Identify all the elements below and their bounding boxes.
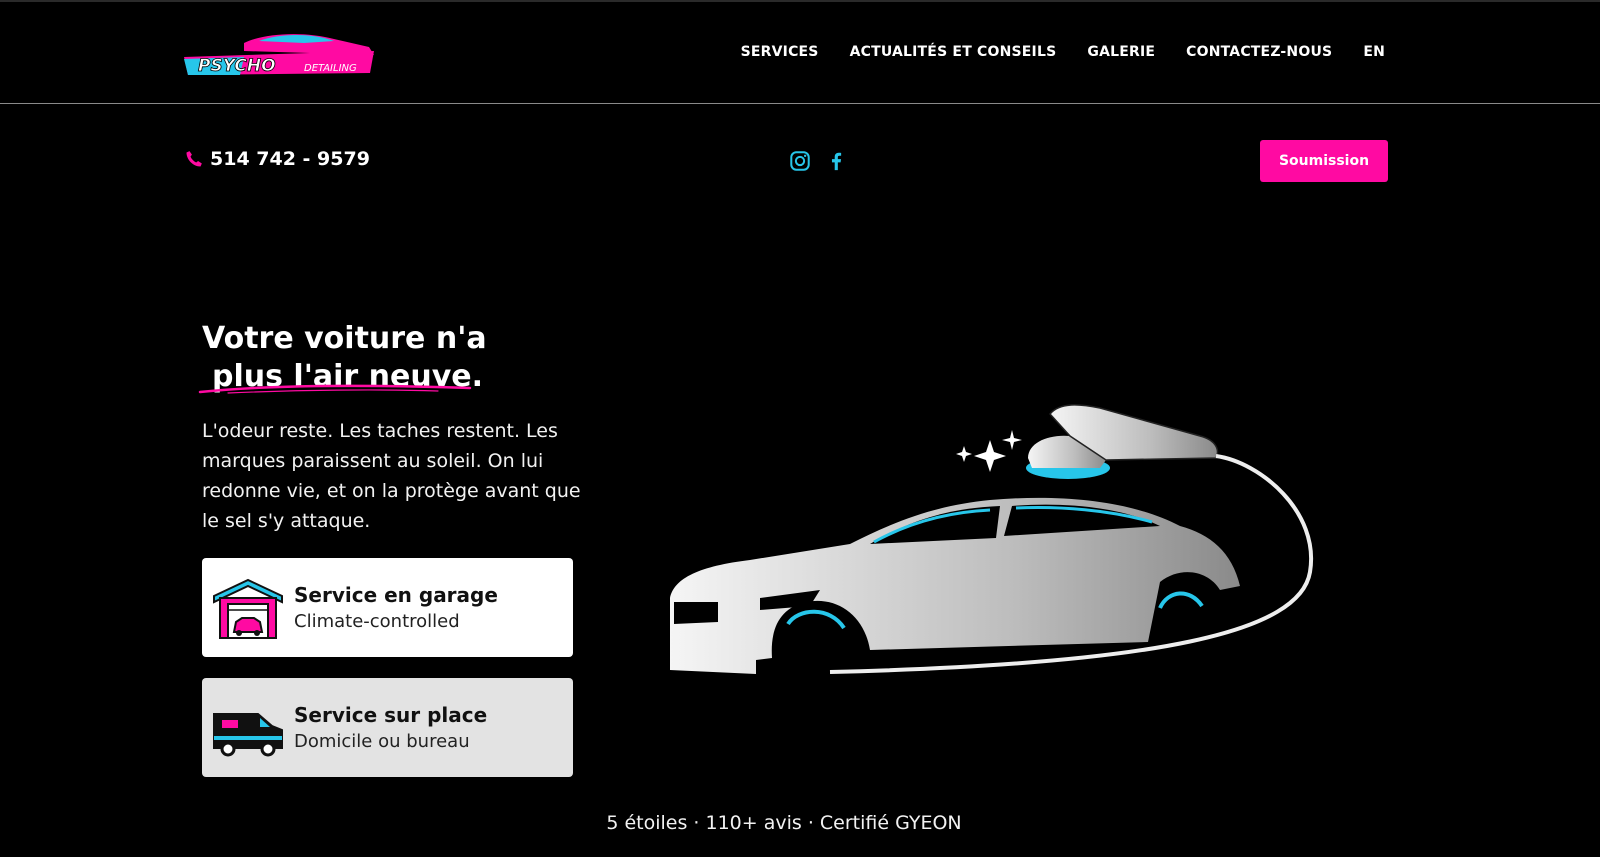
logo-wordmark-sub: DETAILING xyxy=(304,63,357,74)
service-card-subtitle: Climate-controlled xyxy=(294,610,460,632)
service-card-title: Service en garage xyxy=(294,582,498,607)
nav-services[interactable]: SERVICES xyxy=(741,44,819,60)
van-icon xyxy=(212,696,284,760)
service-card-subtitle: Domicile ou bureau xyxy=(294,730,470,752)
top-header: PSYCHO DETAILING SERVICES ACTUALITÉS ET … xyxy=(0,2,1600,104)
nav-actualites[interactable]: ACTUALITÉS ET CONSEILS xyxy=(850,44,1057,60)
headline-underline xyxy=(198,384,472,394)
social-links xyxy=(789,150,847,172)
car-polisher-illustration xyxy=(670,404,1314,674)
hero-headline-line1: Votre voiture n'a xyxy=(202,321,487,356)
trust-line: 5 étoiles · 110+ avis · Certifié GYEON xyxy=(606,812,962,834)
phone-icon xyxy=(186,151,202,167)
service-card-garage[interactable]: Service en garage Climate-controlled xyxy=(202,558,573,657)
nav-language-en[interactable]: EN xyxy=(1363,44,1385,60)
phone-number: 514 742 - 9579 xyxy=(210,148,370,170)
garage-icon xyxy=(212,576,284,640)
brand-logo[interactable]: PSYCHO DETAILING xyxy=(184,29,384,79)
instagram-icon[interactable] xyxy=(789,150,811,172)
phone-link[interactable]: 514 742 - 9579 xyxy=(184,148,370,170)
page: PSYCHO DETAILING SERVICES ACTUALITÉS ET … xyxy=(0,0,1600,857)
service-card-onsite[interactable]: Service sur place Domicile ou bureau xyxy=(202,678,573,777)
logo-wordmark: PSYCHO xyxy=(198,56,276,76)
hero-description: L'odeur reste. Les taches restent. Les m… xyxy=(202,420,581,532)
nav-galerie[interactable]: GALERIE xyxy=(1087,44,1155,60)
nav-contact[interactable]: CONTACTEZ-NOUS xyxy=(1186,44,1332,60)
facebook-icon[interactable] xyxy=(825,150,847,172)
logo-image: PSYCHO DETAILING xyxy=(184,34,374,76)
quote-button[interactable]: Soumission xyxy=(1260,140,1388,182)
service-card-title: Service sur place xyxy=(294,702,488,727)
main-nav: SERVICES ACTUALITÉS ET CONSEILS GALERIE … xyxy=(741,44,1385,60)
